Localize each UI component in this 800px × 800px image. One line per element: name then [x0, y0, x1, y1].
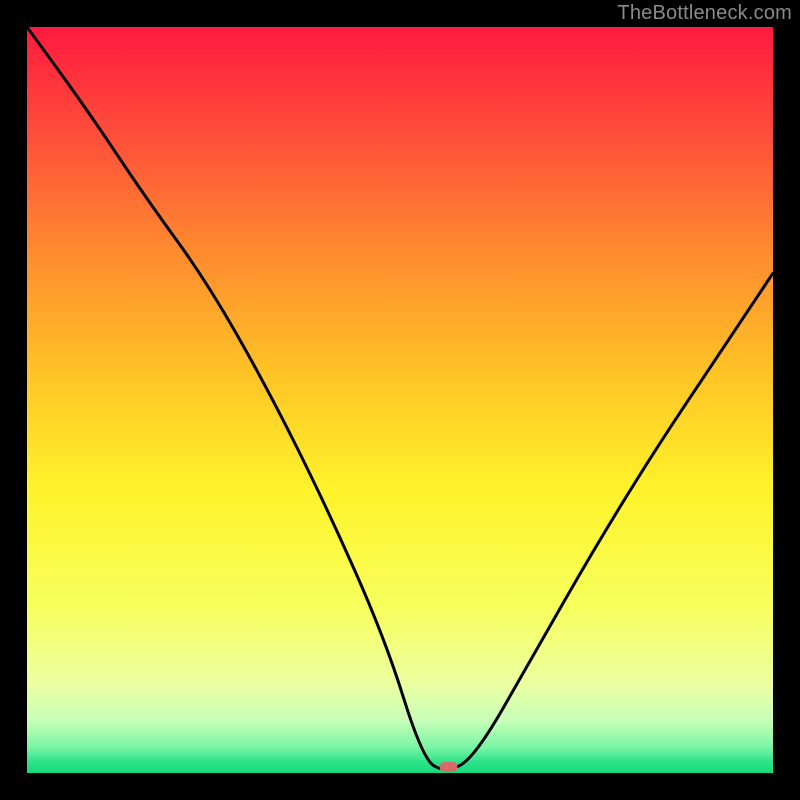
chart-svg [27, 27, 773, 773]
chart-frame: TheBottleneck.com [0, 0, 800, 800]
watermark-label: TheBottleneck.com [617, 2, 792, 25]
plot-area [27, 27, 773, 773]
chart-background [27, 27, 773, 773]
min-marker [439, 762, 457, 772]
